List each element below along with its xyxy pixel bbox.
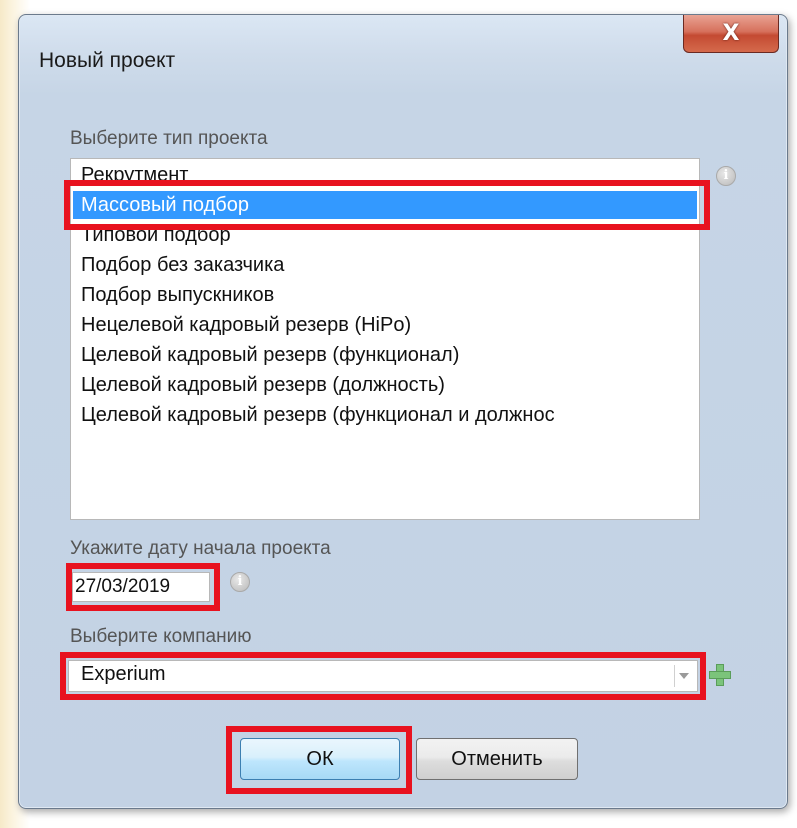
close-icon: X <box>722 21 740 46</box>
list-item[interactable]: Целевой кадровый резерв (должность) <box>81 371 445 399</box>
plus-icon[interactable] <box>709 664 731 686</box>
dialog-title: Новый проект <box>39 49 176 72</box>
info-icon[interactable]: i <box>230 572 250 592</box>
start-date-label: Укажите дату начала проекта <box>70 538 331 559</box>
start-date-input[interactable]: 27/03/2019 <box>72 572 210 602</box>
close-button[interactable]: X <box>683 15 779 53</box>
project-type-label: Выберите тип проекта <box>70 128 268 149</box>
company-select[interactable]: Experium <box>68 660 698 692</box>
list-item[interactable]: Рекрутмент <box>81 161 188 189</box>
list-item[interactable]: Подбор без заказчика <box>81 251 284 279</box>
chevron-down-icon[interactable] <box>674 665 693 687</box>
list-item[interactable]: Нецелевой кадровый резерв (HiPo) <box>81 311 411 339</box>
list-item[interactable]: Целевой кадровый резерв (функционал) <box>81 341 459 369</box>
list-item[interactable]: Целевой кадровый резерв (функционал и до… <box>81 401 555 429</box>
list-item[interactable]: Типовой подбор <box>81 221 231 249</box>
list-item[interactable]: Подбор выпускников <box>81 281 274 309</box>
company-label: Выберите компанию <box>70 626 252 647</box>
list-item-selected[interactable]: Массовый подбор <box>73 191 697 219</box>
cancel-button[interactable]: Отменить <box>416 738 578 780</box>
project-type-list[interactable]: Рекрутмент Массовый подбор Типовой подбо… <box>70 158 700 520</box>
ok-button[interactable]: ОК <box>240 738 400 780</box>
company-select-value: Experium <box>81 663 166 685</box>
title-bar[interactable]: Новый проект X <box>19 15 787 85</box>
info-icon[interactable]: i <box>716 166 736 186</box>
